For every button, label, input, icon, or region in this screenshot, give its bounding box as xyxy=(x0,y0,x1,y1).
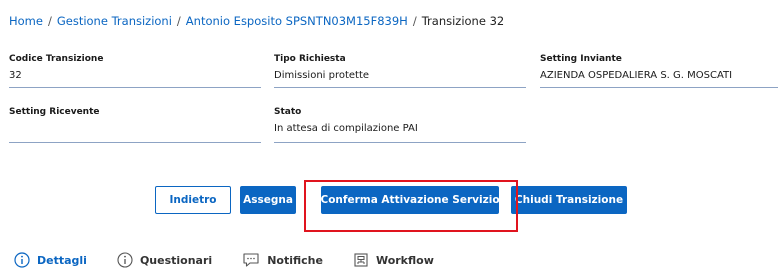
setting-inviante-value: AZIENDA OSPEDALIERA S. G. MOSCATI xyxy=(540,70,733,81)
detail-tabs: Dettagli Questionari Notifiche Workflow xyxy=(14,251,464,269)
info-circle-icon xyxy=(14,252,30,268)
breadcrumb-patient-link[interactable]: Antonio Esposito SPSNTN03M15F839H xyxy=(186,14,408,28)
tab-notifiche-label: Notifiche xyxy=(267,253,323,267)
breadcrumb-separator: / xyxy=(176,14,181,28)
setting-inviante-field: Setting Inviante AZIENDA OSPEDALIERA S. … xyxy=(540,54,778,88)
tab-questionari-label: Questionari xyxy=(139,253,213,267)
breadcrumb: Home / Gestione Transizioni / Antonio Esposi… xyxy=(9,14,504,28)
stato-label: Stato xyxy=(274,107,302,117)
breadcrumb-current: Transizione 32 xyxy=(421,14,505,28)
conferma-attivazione-servizio-button[interactable]: Conferma Attivazione Servizio xyxy=(320,186,500,214)
tab-workflow-label: Workflow xyxy=(375,253,434,267)
codice-transizione-label: Codice Transizione xyxy=(9,54,104,64)
codice-transizione-value: 32 xyxy=(9,70,22,81)
assegna-button[interactable]: Assegna xyxy=(240,186,296,214)
info-circle-icon xyxy=(117,252,133,268)
tab-dettagli[interactable]: Dettagli xyxy=(14,252,87,268)
tab-workflow[interactable]: Workflow xyxy=(353,252,434,268)
stato-value: In attesa di compilazione PAI xyxy=(274,123,418,134)
breadcrumb-home-link[interactable]: Home xyxy=(9,14,43,28)
tipo-richiesta-label: Tipo Richiesta xyxy=(274,54,346,64)
tab-questionari[interactable]: Questionari xyxy=(117,252,212,268)
breadcrumb-gestione-transizioni-link[interactable]: Gestione Transizioni xyxy=(57,14,172,28)
setting-ricevente-field: Setting Ricevente xyxy=(9,107,261,143)
chat-bubble-icon xyxy=(243,253,259,267)
chiudi-transizione-button[interactable]: Chiudi Transizione xyxy=(511,186,627,214)
tab-notifiche[interactable]: Notifiche xyxy=(242,252,323,268)
setting-inviante-label: Setting Inviante xyxy=(540,54,622,64)
breadcrumb-separator: / xyxy=(47,14,52,28)
breadcrumb-separator: / xyxy=(412,14,417,28)
indietro-button[interactable]: Indietro xyxy=(155,186,231,214)
tab-dettagli-label: Dettagli xyxy=(37,253,87,267)
stato-field: Stato In attesa di compilazione PAI xyxy=(274,107,526,143)
tipo-richiesta-value: Dimissioni protette xyxy=(274,70,370,81)
tipo-richiesta-field: Tipo Richiesta Dimissioni protette xyxy=(274,54,526,88)
codice-transizione-field: Codice Transizione 32 xyxy=(9,54,261,88)
setting-ricevente-label: Setting Ricevente xyxy=(9,107,100,117)
workflow-icon xyxy=(354,253,368,267)
